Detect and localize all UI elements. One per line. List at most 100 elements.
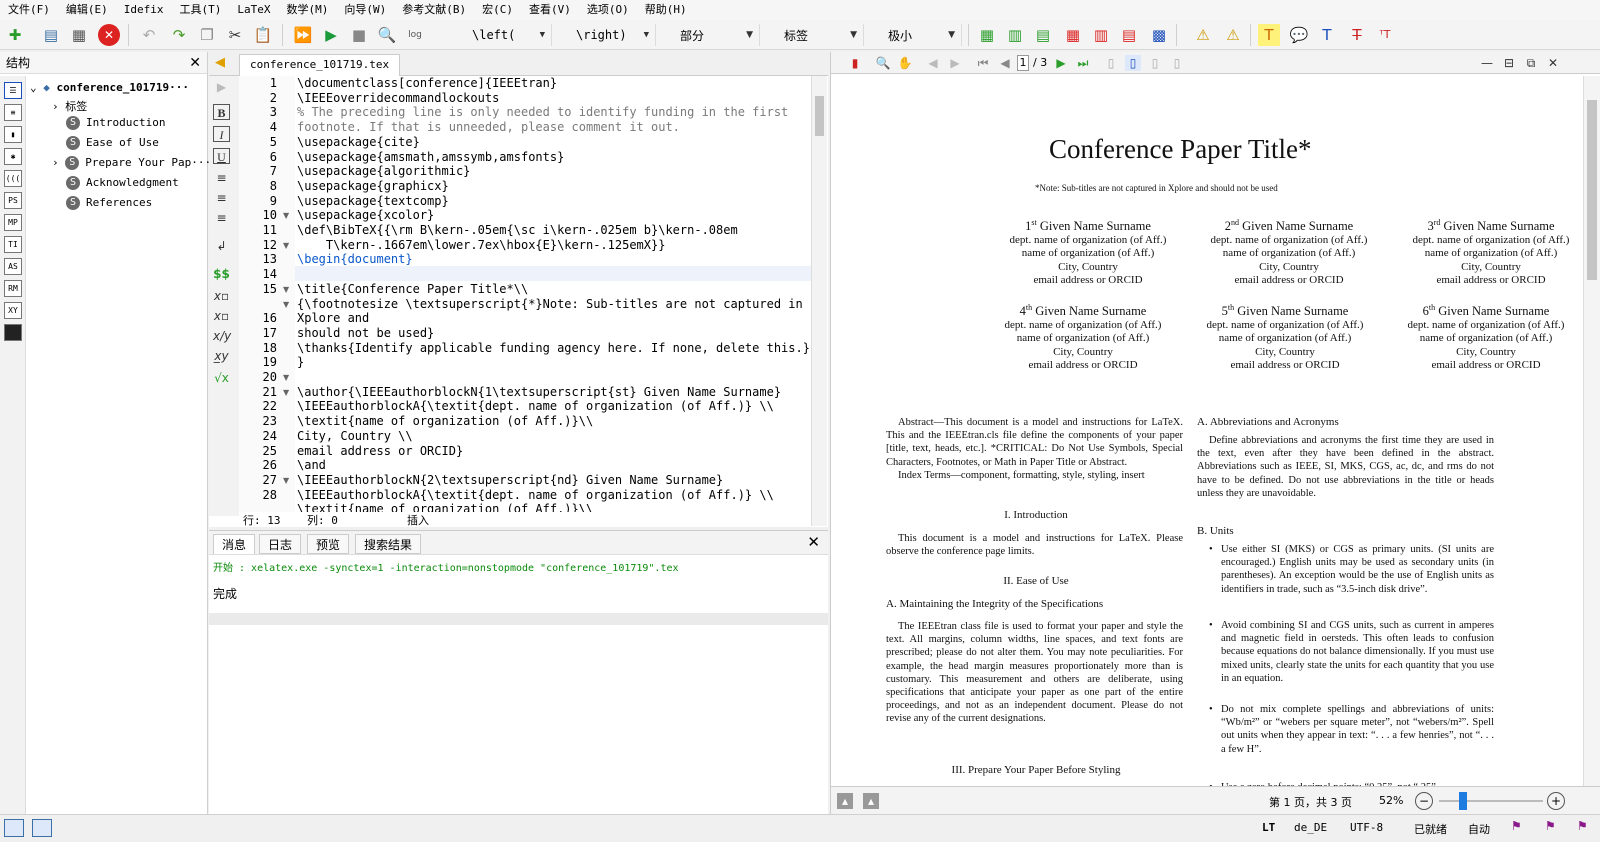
tree-section-acknowledgment[interactable]: S Acknowledgment	[66, 176, 179, 190]
next-page-icon[interactable]: ▶	[1053, 55, 1069, 71]
tab-log[interactable]: 日志	[259, 534, 302, 554]
fold-marker-icon[interactable]: ▼	[283, 211, 289, 220]
zoom-in-icon[interactable]: +	[1547, 792, 1565, 810]
embed-icon[interactable]: ⊟	[1501, 55, 1517, 71]
text-icon[interactable]: T	[1316, 24, 1338, 46]
toggle-structure-icon[interactable]	[4, 819, 24, 837]
table-remove-line-icon[interactable]: ▤	[1118, 24, 1140, 46]
new-file-icon[interactable]: ✚	[4, 24, 26, 46]
macro-icon[interactable]	[4, 324, 22, 341]
close-icon[interactable]: ✕	[189, 55, 201, 71]
align-center-icon[interactable]: ≡	[213, 190, 230, 206]
encoding-selector[interactable]: UTF-8	[1350, 821, 1383, 834]
left-delimiter-combo[interactable]: \left(▼	[462, 24, 552, 46]
relations-icon[interactable]: ≡	[4, 104, 22, 121]
menu-item[interactable]: 参考文献(B)	[394, 0, 474, 20]
two-pages-icon[interactable]: ▯	[1147, 55, 1163, 71]
fold-marker-icon[interactable]: ▼	[283, 241, 289, 250]
pdf-page[interactable]: Conference Paper Title* *Note: Sub-title…	[831, 76, 1583, 786]
size-combo[interactable]: 极小 ▼	[878, 24, 962, 46]
redo-icon[interactable]: ↷	[168, 24, 190, 46]
table-add-line-icon[interactable]: ▤	[1032, 24, 1054, 46]
close-icon[interactable]: ✕	[807, 533, 820, 551]
code-area[interactable]: \documentclass[conference]{IEEEtran} \IEE…	[295, 76, 811, 516]
close-file-icon[interactable]: ✕	[98, 24, 120, 46]
forward-icon[interactable]: ▶	[947, 55, 963, 71]
minimize-icon[interactable]: —	[1479, 55, 1495, 71]
page-number-input[interactable]: 1	[1017, 55, 1029, 71]
fraction-icon[interactable]: x/y	[213, 328, 231, 344]
single-page-icon[interactable]: ▯	[1103, 55, 1119, 71]
table-remove-row-icon[interactable]: ▦	[1062, 24, 1084, 46]
tree-labels[interactable]: › 标签	[52, 98, 87, 114]
copy-icon[interactable]: ❐	[196, 24, 218, 46]
pdf-icon[interactable]: ▮	[847, 55, 863, 71]
table-add-col-icon[interactable]: ▥	[1004, 24, 1026, 46]
tikz-icon[interactable]: TI	[4, 236, 22, 253]
table-align-icon[interactable]: ▩	[1148, 24, 1170, 46]
menu-item[interactable]: 宏(C)	[474, 0, 521, 20]
tab-search-results[interactable]: 搜索结果	[355, 534, 422, 554]
part-combo[interactable]: 部分 ▼	[670, 24, 760, 46]
tree-section-references[interactable]: S References	[66, 196, 152, 210]
fold-marker-icon[interactable]: ▼	[283, 300, 289, 309]
fold-marker-icon[interactable]: ▼	[283, 388, 289, 397]
align-left-icon[interactable]: ≡	[213, 170, 230, 186]
fit-icon[interactable]: ▯	[1169, 55, 1185, 71]
bold-icon[interactable]: B	[213, 104, 230, 120]
undo-icon[interactable]: ↶	[138, 24, 160, 46]
menu-item[interactable]: 数学(M)	[279, 0, 337, 20]
warning-prev-icon[interactable]: ⚠	[1192, 24, 1214, 46]
menu-item[interactable]: Idefix	[116, 0, 172, 20]
menu-item[interactable]: 文件(F)	[0, 0, 58, 20]
compile-icon[interactable]: ▶	[320, 24, 342, 46]
autosync-icon[interactable]: ▴	[863, 793, 879, 809]
zoom-out-icon[interactable]: −	[1415, 792, 1433, 810]
last-page-icon[interactable]: ⏭	[1075, 55, 1091, 71]
align-right-icon[interactable]: ≡	[213, 210, 230, 226]
bookmark2-icon[interactable]: ⚑	[1546, 818, 1554, 834]
subscript-icon[interactable]: x▫	[213, 288, 230, 304]
tree-root[interactable]: ⌄ ◆ conference_101719···	[30, 81, 189, 94]
view-pdf-icon[interactable]: 🔍	[376, 24, 398, 46]
highlight-icon[interactable]: T	[1258, 24, 1280, 46]
editor-tab[interactable]: conference_101719.tex	[239, 54, 401, 76]
language-selector[interactable]: de_DE	[1294, 821, 1327, 834]
warning-next-icon[interactable]: ⚠	[1222, 24, 1244, 46]
metapost-icon[interactable]: MP	[4, 214, 22, 231]
tab-preview[interactable]: 预览	[307, 534, 350, 554]
comment-icon[interactable]: 💬	[1288, 24, 1310, 46]
grammar-icon[interactable]: LT	[1262, 821, 1275, 834]
log-icon[interactable]: log	[404, 24, 426, 46]
underline-icon[interactable]: U	[213, 148, 230, 164]
stop-icon[interactable]: ■	[348, 24, 370, 46]
toggle-messages-icon[interactable]	[32, 819, 52, 837]
editor-scrollbar[interactable]	[811, 76, 827, 526]
table-add-row-icon[interactable]: ▦	[976, 24, 998, 46]
menu-item[interactable]: 编辑(E)	[58, 0, 116, 20]
right-delimiter-combo[interactable]: \right) ▼	[566, 24, 656, 46]
fold-marker-icon[interactable]: ▼	[283, 476, 289, 485]
beamer-icon[interactable]: RM	[4, 280, 22, 297]
display-math-icon[interactable]: $$	[213, 266, 230, 282]
dfrac-icon[interactable]: x̲y	[213, 348, 230, 364]
tree-section-ease-of-use[interactable]: S Ease of Use	[66, 136, 159, 150]
tree-section-introduction[interactable]: S Introduction	[66, 116, 165, 130]
tab-messages[interactable]: 消息	[213, 534, 256, 554]
back-icon[interactable]: ◀	[925, 55, 941, 71]
prev-page-icon[interactable]: ◀	[997, 55, 1013, 71]
menu-item[interactable]: 查看(V)	[521, 0, 579, 20]
table-remove-col-icon[interactable]: ▥	[1090, 24, 1112, 46]
preview-scrollbar[interactable]	[1583, 76, 1600, 786]
build-view-icon[interactable]: ⏩	[292, 24, 314, 46]
fold-marker-icon[interactable]: ▼	[283, 285, 289, 294]
superscript-math-icon[interactable]: x▫	[213, 308, 230, 324]
bookmark3-icon[interactable]: ⚑	[1578, 818, 1586, 834]
sync-icon[interactable]: ▴	[837, 793, 853, 809]
asymptote-icon[interactable]: AS	[4, 258, 22, 275]
save-icon[interactable]: ▦	[68, 24, 90, 46]
xymatrix-icon[interactable]: XY	[4, 302, 22, 319]
window-icon[interactable]: ⧉	[1523, 55, 1539, 71]
menu-item[interactable]: 选项(O)	[579, 0, 637, 20]
cut-icon[interactable]: ✂	[224, 24, 246, 46]
